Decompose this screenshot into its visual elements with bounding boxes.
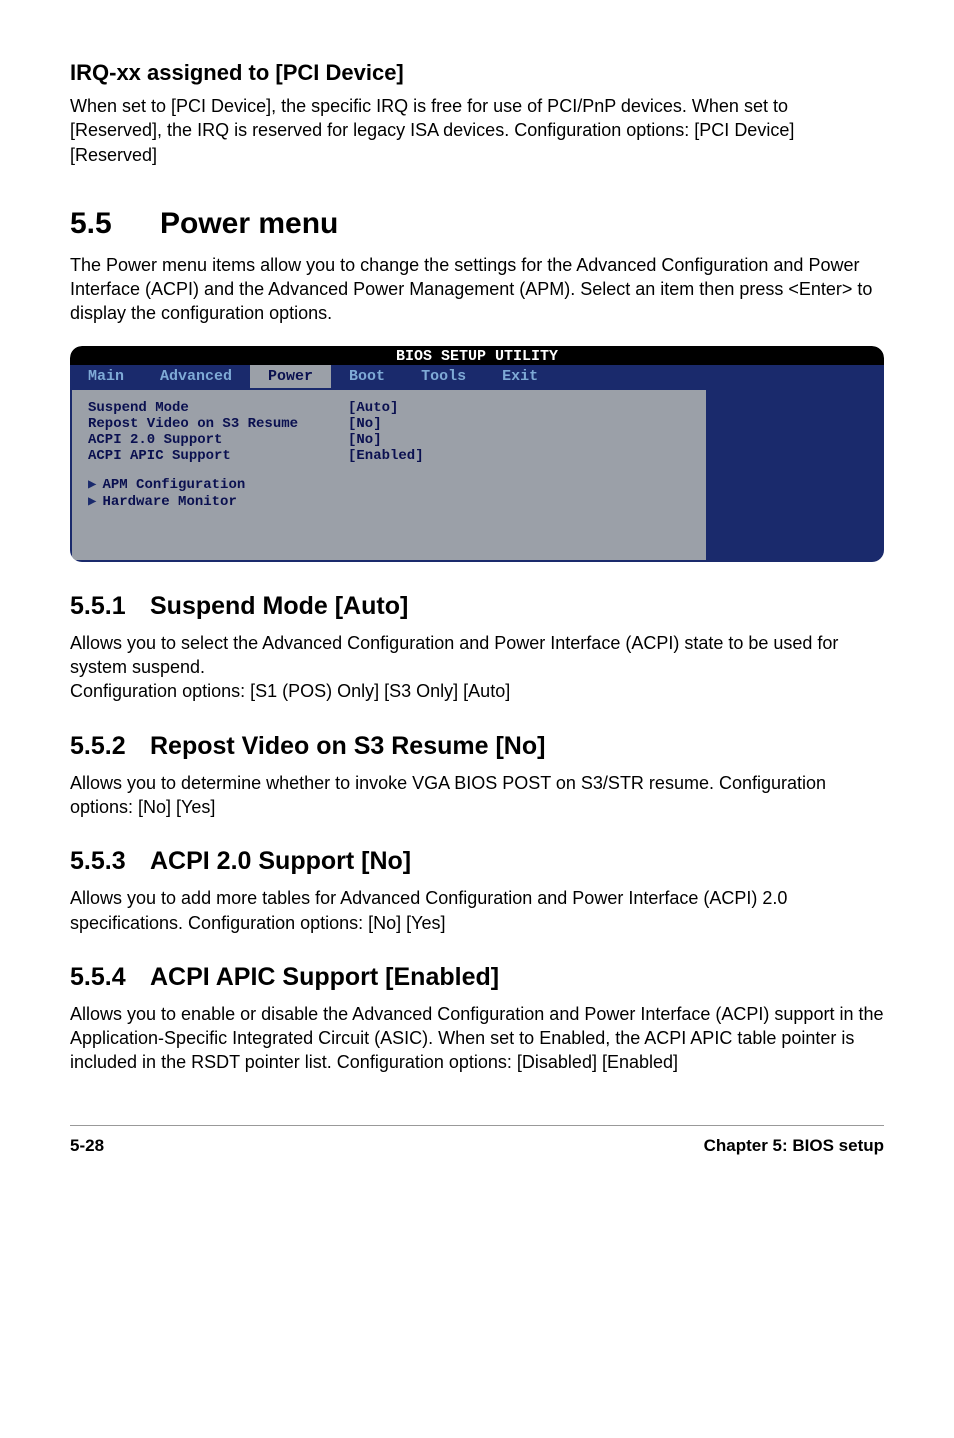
bios-subitem-label: Hardware Monitor	[102, 494, 236, 510]
section-title: Repost Video on S3 Resume [No]	[150, 732, 545, 760]
bios-tabs: Main Advanced Power Boot Tools Exit	[70, 365, 884, 388]
section-num: 5.5.3	[70, 847, 150, 876]
heading-powermenu: 5.5Power menu	[70, 207, 884, 241]
section-title: ACPI APIC Support [Enabled]	[150, 963, 499, 991]
bios-item-value: [No]	[348, 432, 382, 448]
bios-row: ACPI APIC Support [Enabled]	[88, 448, 690, 464]
bios-row: ACPI 2.0 Support [No]	[88, 432, 690, 448]
bios-subitem: ▶ Hardware Monitor	[88, 493, 690, 510]
footer-chapter: Chapter 5: BIOS setup	[704, 1136, 884, 1156]
bios-subitem-label: APM Configuration	[102, 477, 245, 493]
section-body: Allows you to enable or disable the Adva…	[70, 1002, 884, 1075]
bios-side-panel	[708, 390, 878, 560]
section-body: Allows you to select the Advanced Config…	[70, 631, 884, 704]
bios-row: Suspend Mode [Auto]	[88, 400, 690, 416]
heading-title: Power menu	[160, 207, 338, 240]
section-title: Suspend Mode [Auto]	[150, 592, 408, 620]
section-heading: 5.5.2Repost Video on S3 Resume [No]	[70, 732, 884, 761]
bios-tab-tools: Tools	[403, 365, 484, 388]
section-heading: 5.5.4ACPI APIC Support [Enabled]	[70, 963, 884, 992]
section-body: Allows you to add more tables for Advanc…	[70, 886, 884, 935]
bios-item-value: [No]	[348, 416, 382, 432]
section-num: 5.5.2	[70, 732, 150, 761]
arrow-icon: ▶	[88, 477, 96, 493]
bios-item-value: [Auto]	[348, 400, 398, 416]
section-num: 5.5.1	[70, 592, 150, 621]
bios-subitem: ▶ APM Configuration	[88, 476, 690, 493]
bios-item-label: ACPI APIC Support	[88, 448, 348, 464]
section-body: Allows you to determine whether to invok…	[70, 771, 884, 820]
bios-tab-power: Power	[250, 365, 331, 388]
bios-item-label: ACPI 2.0 Support	[88, 432, 348, 448]
section-title: ACPI 2.0 Support [No]	[150, 847, 411, 875]
heading-irq: IRQ-xx assigned to [PCI Device]	[70, 60, 884, 86]
para-irq: When set to [PCI Device], the specific I…	[70, 94, 884, 167]
bios-title: BIOS SETUP UTILITY	[70, 346, 884, 365]
para-powermenu-intro: The Power menu items allow you to change…	[70, 253, 884, 326]
bios-subitems: ▶ APM Configuration ▶ Hardware Monitor	[88, 476, 690, 510]
bios-item-label: Repost Video on S3 Resume	[88, 416, 348, 432]
arrow-icon: ▶	[88, 494, 96, 510]
bios-main-panel: Suspend Mode [Auto] Repost Video on S3 R…	[72, 390, 706, 560]
bios-tab-boot: Boot	[331, 365, 403, 388]
bios-tab-exit: Exit	[484, 365, 556, 388]
bios-tab-advanced: Advanced	[142, 365, 250, 388]
heading-num: 5.5	[70, 207, 160, 241]
section-heading: 5.5.1Suspend Mode [Auto]	[70, 592, 884, 621]
bios-item-label: Suspend Mode	[88, 400, 348, 416]
bios-tab-main: Main	[70, 365, 142, 388]
section-heading: 5.5.3ACPI 2.0 Support [No]	[70, 847, 884, 876]
page-footer: 5-28 Chapter 5: BIOS setup	[70, 1125, 884, 1156]
section-num: 5.5.4	[70, 963, 150, 992]
bios-row: Repost Video on S3 Resume [No]	[88, 416, 690, 432]
bios-body: Suspend Mode [Auto] Repost Video on S3 R…	[70, 388, 884, 562]
bios-screenshot: BIOS SETUP UTILITY Main Advanced Power B…	[70, 346, 884, 562]
footer-page: 5-28	[70, 1136, 104, 1156]
bios-item-value: [Enabled]	[348, 448, 424, 464]
